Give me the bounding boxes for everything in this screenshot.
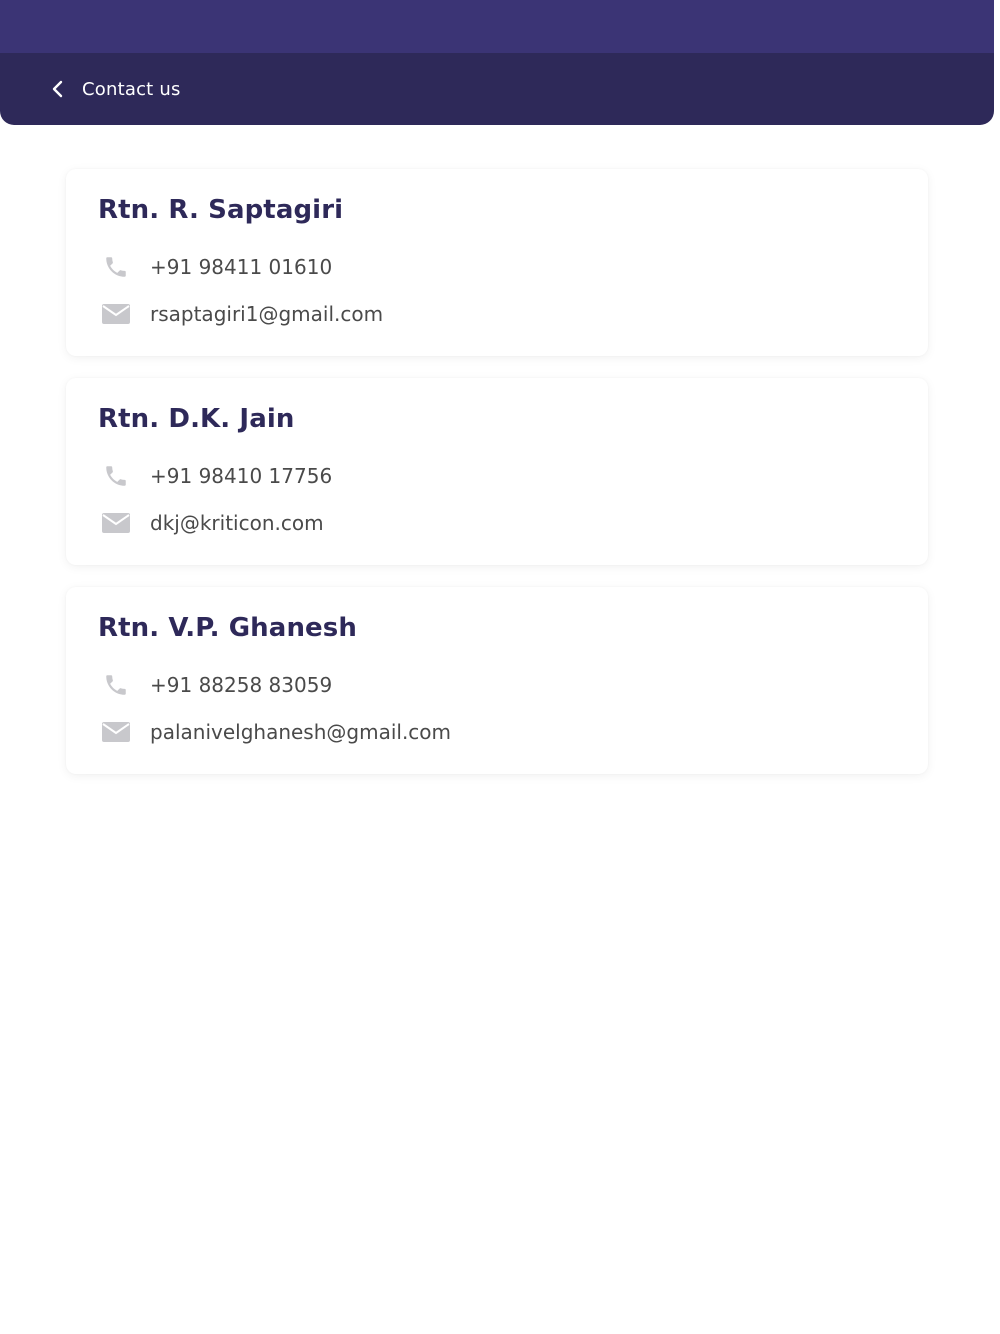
contact-name: Rtn. D.K. Jain xyxy=(98,404,295,434)
email-row[interactable]: rsaptagiri1@gmail.com xyxy=(102,300,383,328)
email-row[interactable]: dkj@kriticon.com xyxy=(102,509,324,537)
contact-card: Rtn. V.P. Ghanesh +91 88258 83059 palani… xyxy=(66,587,928,774)
back-button[interactable] xyxy=(38,69,78,109)
phone-row[interactable]: +91 88258 83059 xyxy=(102,671,332,699)
email-address: palanivelghanesh@gmail.com xyxy=(150,720,452,744)
mail-icon xyxy=(102,300,130,328)
page-title: Contact us xyxy=(82,78,181,100)
mail-icon xyxy=(102,509,130,537)
phone-icon xyxy=(102,462,130,490)
mail-icon xyxy=(102,718,130,746)
phone-number: +91 98411 01610 xyxy=(150,255,333,279)
contact-name: Rtn. V.P. Ghanesh xyxy=(98,613,357,643)
email-row[interactable]: palanivelghanesh@gmail.com xyxy=(102,718,451,746)
chevron-left-icon xyxy=(52,80,63,98)
contact-card: Rtn. D.K. Jain +91 98410 17756 dkj@kriti… xyxy=(66,378,928,565)
contact-name: Rtn. R. Saptagiri xyxy=(98,195,344,225)
phone-icon xyxy=(102,671,130,699)
phone-number: +91 88258 83059 xyxy=(150,673,333,697)
phone-icon xyxy=(102,253,130,281)
app-bar: Contact us xyxy=(0,53,994,125)
status-bar xyxy=(0,0,994,53)
phone-number: +91 98410 17756 xyxy=(150,464,333,488)
phone-row[interactable]: +91 98410 17756 xyxy=(102,462,332,490)
contact-us-screen: Contact us Rtn. R. Saptagiri +91 98411 0… xyxy=(0,0,1000,1334)
email-address: dkj@kriticon.com xyxy=(150,511,324,535)
phone-row[interactable]: +91 98411 01610 xyxy=(102,253,332,281)
contact-card: Rtn. R. Saptagiri +91 98411 01610 rsapta… xyxy=(66,169,928,356)
email-address: rsaptagiri1@gmail.com xyxy=(150,302,384,326)
